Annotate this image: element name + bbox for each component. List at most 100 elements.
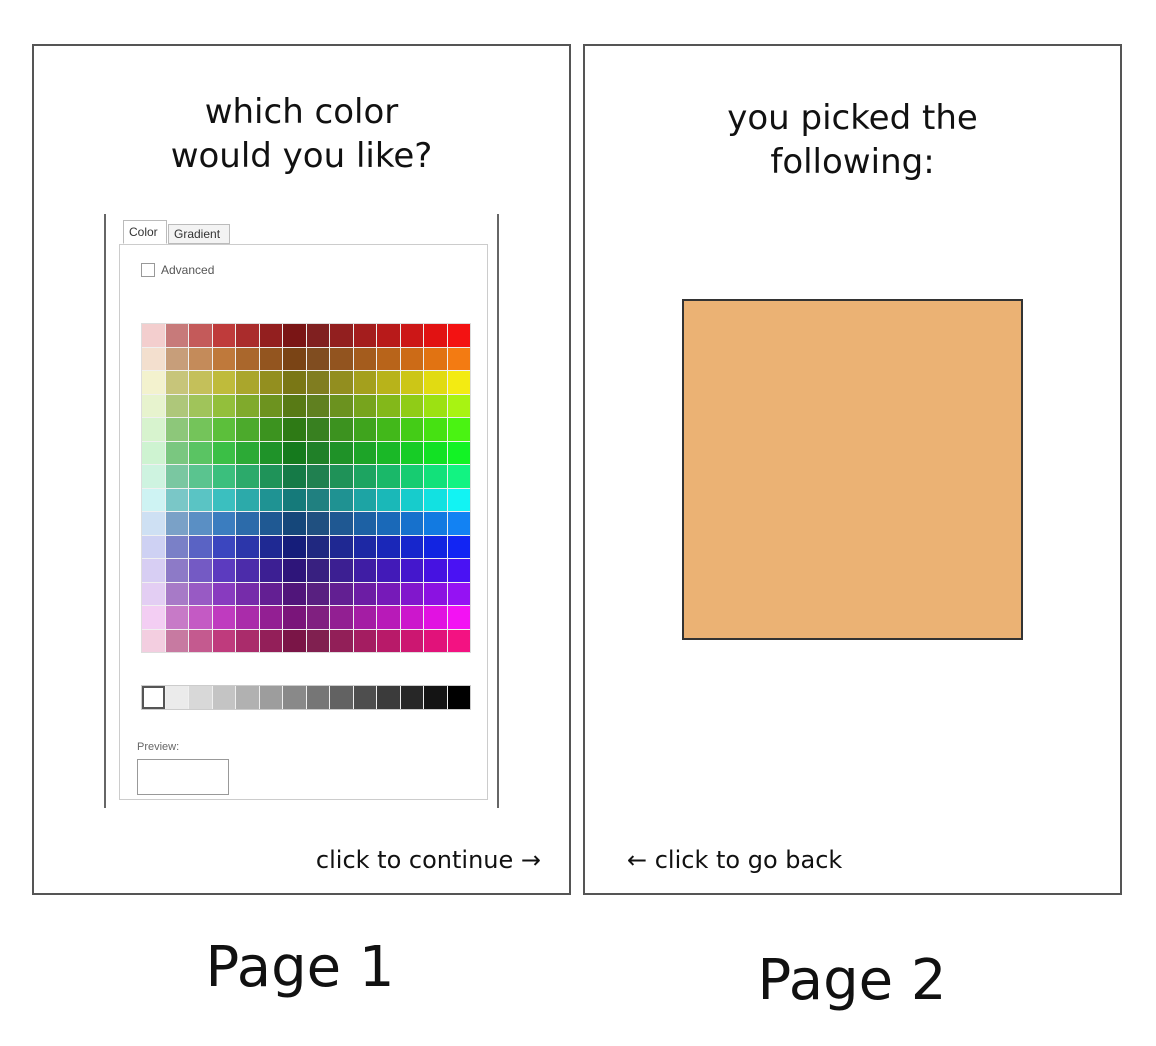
color-swatch[interactable] [306,559,329,582]
color-swatch[interactable] [189,371,212,394]
color-swatch[interactable] [377,324,400,347]
color-swatch[interactable] [400,488,423,511]
color-swatch[interactable] [306,371,329,394]
color-swatch[interactable] [447,629,470,652]
color-swatch[interactable] [353,371,376,394]
color-swatch[interactable] [259,347,282,370]
color-swatch[interactable] [236,559,259,582]
color-swatch[interactable] [189,488,212,511]
color-swatch[interactable] [283,535,306,558]
color-swatch[interactable] [142,418,165,441]
color-swatch[interactable] [330,347,353,370]
color-swatch[interactable] [212,629,235,652]
color-swatch[interactable] [283,324,306,347]
color-swatch[interactable] [165,512,188,535]
color-swatch[interactable] [142,559,165,582]
color-swatch[interactable] [447,559,470,582]
color-swatch[interactable] [142,465,165,488]
color-swatch[interactable] [212,582,235,605]
color-swatch[interactable] [259,535,282,558]
color-swatch[interactable] [306,629,329,652]
color-swatch[interactable] [259,606,282,629]
color-swatch[interactable] [306,347,329,370]
color-swatch[interactable] [165,418,188,441]
color-swatch[interactable] [283,394,306,417]
color-swatch[interactable] [447,488,470,511]
grayscale-swatch[interactable] [377,686,400,709]
color-swatch[interactable] [142,441,165,464]
color-swatch[interactable] [212,418,235,441]
color-swatch[interactable] [424,324,447,347]
color-swatch[interactable] [424,535,447,558]
color-swatch[interactable] [142,394,165,417]
color-swatch[interactable] [377,371,400,394]
color-swatch[interactable] [236,347,259,370]
color-swatch[interactable] [259,465,282,488]
color-swatch[interactable] [330,394,353,417]
color-swatch[interactable] [236,465,259,488]
color-swatch[interactable] [236,418,259,441]
color-swatch[interactable] [447,465,470,488]
color-swatch-grid[interactable] [141,323,471,653]
color-swatch[interactable] [377,535,400,558]
color-swatch[interactable] [400,347,423,370]
color-swatch[interactable] [142,629,165,652]
color-swatch[interactable] [259,582,282,605]
color-swatch[interactable] [330,559,353,582]
color-swatch[interactable] [189,465,212,488]
color-swatch[interactable] [189,347,212,370]
color-swatch[interactable] [283,606,306,629]
color-swatch[interactable] [400,512,423,535]
color-swatch[interactable] [330,488,353,511]
color-swatch[interactable] [212,394,235,417]
color-swatch[interactable] [330,535,353,558]
grayscale-swatch[interactable] [212,686,235,709]
color-swatch[interactable] [447,512,470,535]
color-swatch[interactable] [165,465,188,488]
color-swatch[interactable] [400,418,423,441]
color-swatch[interactable] [142,347,165,370]
color-swatch[interactable] [424,629,447,652]
color-swatch[interactable] [189,559,212,582]
color-swatch[interactable] [424,441,447,464]
color-swatch[interactable] [165,324,188,347]
color-swatch[interactable] [306,512,329,535]
color-swatch[interactable] [236,488,259,511]
color-swatch[interactable] [306,418,329,441]
color-swatch[interactable] [400,324,423,347]
color-swatch[interactable] [400,535,423,558]
color-swatch[interactable] [377,465,400,488]
color-swatch[interactable] [283,418,306,441]
color-swatch[interactable] [165,488,188,511]
color-swatch[interactable] [236,629,259,652]
color-swatch[interactable] [377,418,400,441]
color-swatch[interactable] [142,371,165,394]
color-swatch[interactable] [236,606,259,629]
color-swatch[interactable] [165,535,188,558]
advanced-checkbox[interactable] [141,263,155,277]
color-swatch[interactable] [377,606,400,629]
color-swatch[interactable] [353,488,376,511]
color-swatch[interactable] [330,465,353,488]
color-swatch[interactable] [400,606,423,629]
color-swatch[interactable] [330,371,353,394]
color-swatch[interactable] [306,394,329,417]
color-swatch[interactable] [142,324,165,347]
color-swatch[interactable] [424,394,447,417]
color-swatch[interactable] [400,559,423,582]
color-swatch[interactable] [165,371,188,394]
color-swatch[interactable] [424,371,447,394]
color-swatch[interactable] [236,371,259,394]
grayscale-swatch[interactable] [330,686,353,709]
grayscale-swatch[interactable] [424,686,447,709]
grayscale-swatch[interactable] [283,686,306,709]
tab-color[interactable]: Color [123,220,167,244]
color-swatch[interactable] [212,465,235,488]
color-swatch[interactable] [283,465,306,488]
color-swatch[interactable] [447,535,470,558]
grayscale-swatch[interactable] [165,686,188,709]
color-swatch[interactable] [236,582,259,605]
continue-link[interactable]: click to continue → [316,846,541,874]
color-swatch[interactable] [447,418,470,441]
color-swatch[interactable] [353,559,376,582]
